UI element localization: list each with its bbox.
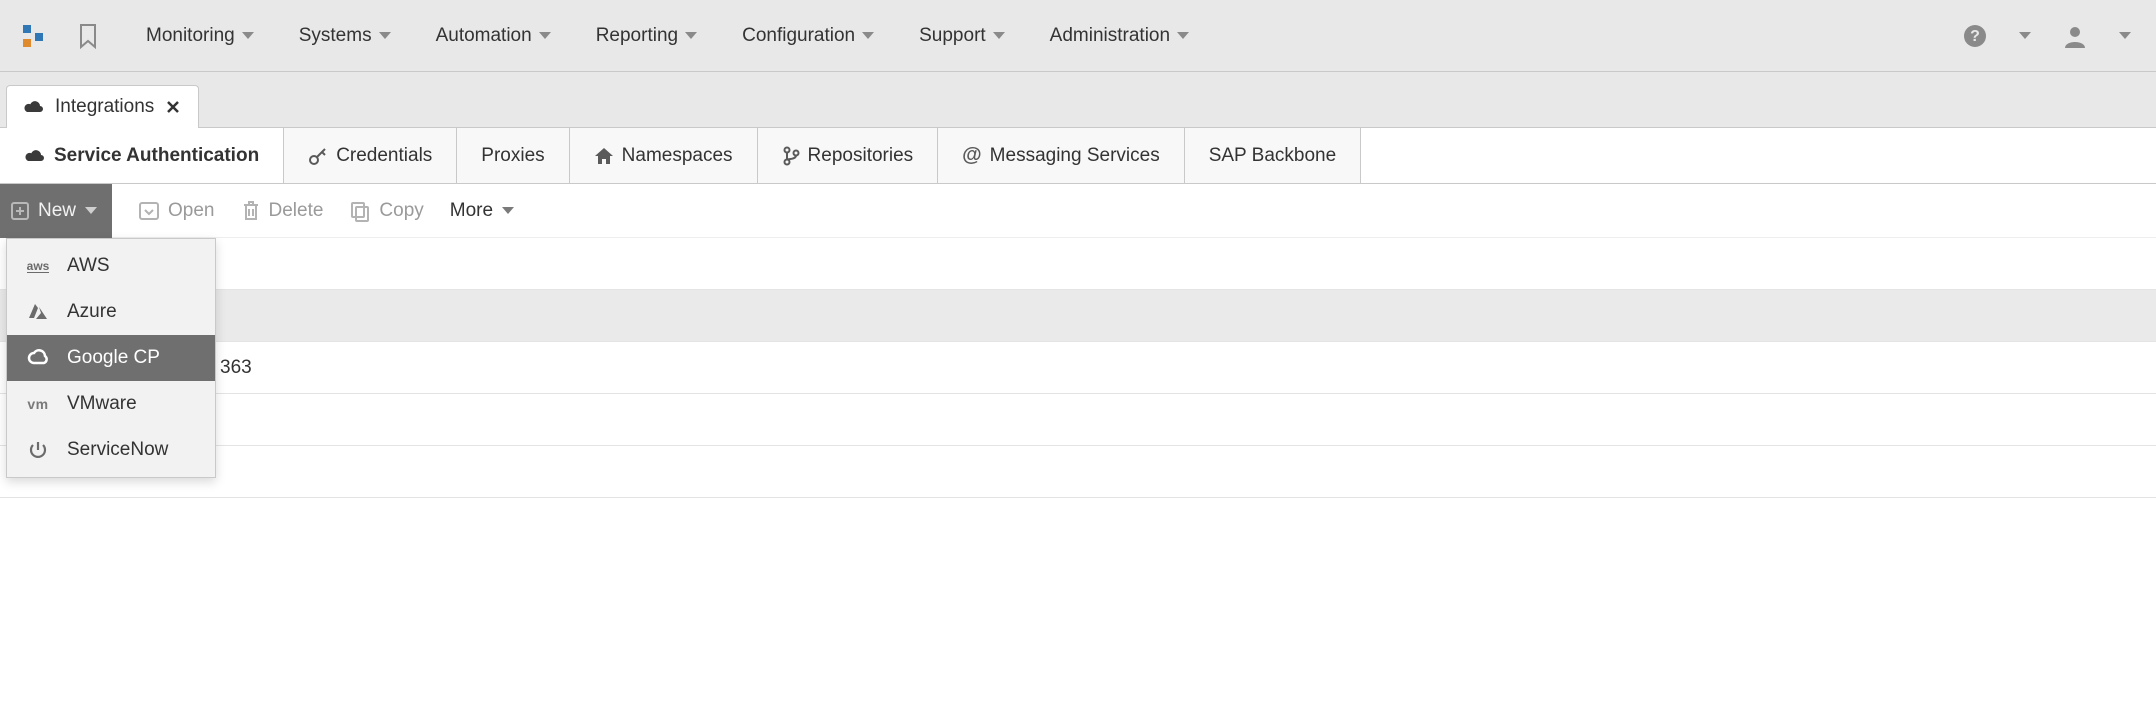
help-icon[interactable]: ? [1958, 19, 1992, 53]
content-area: 363 [0, 238, 2156, 498]
nav-label: Systems [299, 25, 372, 47]
key-icon [308, 146, 328, 166]
nav-reporting[interactable]: Reporting [578, 0, 716, 71]
menu-item-servicenow[interactable]: ServiceNow [7, 427, 215, 473]
more-label: More [450, 200, 493, 222]
nav-label: Administration [1050, 25, 1170, 47]
nav-systems[interactable]: Systems [281, 0, 410, 71]
nav-label: Support [919, 25, 986, 47]
branch-icon [782, 146, 800, 166]
nav-support[interactable]: Support [901, 0, 1024, 71]
top-navbar: Monitoring Systems Automation Reporting … [0, 0, 2156, 72]
chevron-down-icon [1176, 31, 1190, 41]
delete-label: Delete [269, 200, 324, 222]
menu-item-label: AWS [67, 255, 110, 277]
nav-label: Configuration [742, 25, 855, 47]
nav-automation[interactable]: Automation [418, 0, 570, 71]
trash-icon [241, 200, 261, 222]
at-icon: @ [962, 144, 982, 167]
tab-label: Credentials [336, 145, 432, 167]
cloud-icon [23, 99, 45, 115]
menu-item-label: Google CP [67, 347, 160, 369]
tab-sap-backbone[interactable]: SAP Backbone [1185, 128, 1361, 183]
tab-repositories[interactable]: Repositories [758, 128, 939, 183]
nav-label: Automation [436, 25, 532, 47]
azure-icon [25, 303, 51, 321]
copy-icon [349, 200, 371, 222]
menu-item-label: VMware [67, 393, 137, 415]
tab-messaging-services[interactable]: @ Messaging Services [938, 128, 1185, 183]
nav-monitoring[interactable]: Monitoring [128, 0, 273, 71]
tab-proxies[interactable]: Proxies [457, 128, 569, 183]
tab-label: Repositories [808, 145, 914, 167]
tab-label: Service Authentication [54, 145, 259, 167]
table-row[interactable] [0, 238, 2156, 290]
nav-label: Monitoring [146, 25, 235, 47]
menu-item-google-cp[interactable]: Google CP [7, 335, 215, 381]
menu-item-azure[interactable]: Azure [7, 289, 215, 335]
tab-service-authentication[interactable]: Service Authentication [0, 128, 284, 183]
menu-item-label: ServiceNow [67, 439, 168, 461]
nav-label: Reporting [596, 25, 678, 47]
gcp-icon [25, 349, 51, 367]
tab-namespaces[interactable]: Namespaces [570, 128, 758, 183]
chevron-down-icon [684, 31, 698, 41]
new-dropdown-menu: aws AWS Azure Google CP vm VMware [6, 238, 216, 478]
menu-item-vmware[interactable]: vm VMware [7, 381, 215, 427]
chevron-down-icon [241, 31, 255, 41]
tab-label: Proxies [481, 145, 544, 167]
new-button[interactable]: New [0, 184, 112, 238]
app-logo-icon[interactable] [18, 18, 54, 54]
plus-icon [10, 201, 30, 221]
user-dropdown-icon[interactable] [2108, 19, 2142, 53]
section-tabs: Service Authentication Credentials Proxi… [0, 128, 2156, 184]
chevron-down-icon [84, 206, 98, 216]
breadcrumb-label: Integrations [55, 96, 154, 118]
vmware-icon: vm [25, 396, 51, 412]
chevron-down-icon [378, 31, 392, 41]
toolbar: New Open Delete Copy More aws [0, 184, 2156, 238]
new-button-label: New [38, 200, 76, 222]
breadcrumb-bar: Integrations [0, 72, 2156, 128]
copy-button[interactable]: Copy [349, 200, 423, 222]
power-icon [25, 440, 51, 460]
menu-item-aws[interactable]: aws AWS [7, 243, 215, 289]
bookmark-icon[interactable] [70, 18, 106, 54]
open-button[interactable]: Open [138, 200, 214, 222]
chevron-down-icon [538, 31, 552, 41]
chevron-down-icon [501, 206, 515, 216]
nav-administration[interactable]: Administration [1032, 0, 1208, 71]
chevron-down-icon [861, 31, 875, 41]
open-icon [138, 201, 160, 221]
close-icon[interactable] [164, 100, 182, 114]
help-dropdown-icon[interactable] [2008, 19, 2042, 53]
table-row[interactable] [0, 446, 2156, 498]
row-fragment-text: 363 [220, 357, 252, 379]
delete-button[interactable]: Delete [241, 200, 324, 222]
nav-configuration[interactable]: Configuration [724, 0, 893, 71]
user-icon[interactable] [2058, 19, 2092, 53]
cloud-icon [24, 148, 46, 164]
breadcrumb-tab-integrations[interactable]: Integrations [6, 85, 199, 128]
chevron-down-icon [992, 31, 1006, 41]
table-row[interactable] [0, 394, 2156, 446]
menu-item-label: Azure [67, 301, 117, 323]
table-row[interactable]: 363 [0, 342, 2156, 394]
tab-label: SAP Backbone [1209, 145, 1336, 167]
more-button[interactable]: More [450, 200, 515, 222]
home-icon [594, 147, 614, 165]
tab-label: Messaging Services [990, 145, 1160, 167]
tab-label: Namespaces [622, 145, 733, 167]
copy-label: Copy [379, 200, 423, 222]
svg-text:?: ? [1970, 28, 1980, 45]
tab-credentials[interactable]: Credentials [284, 128, 457, 183]
table-header-row [0, 290, 2156, 342]
aws-icon: aws [25, 259, 51, 273]
open-label: Open [168, 200, 214, 222]
